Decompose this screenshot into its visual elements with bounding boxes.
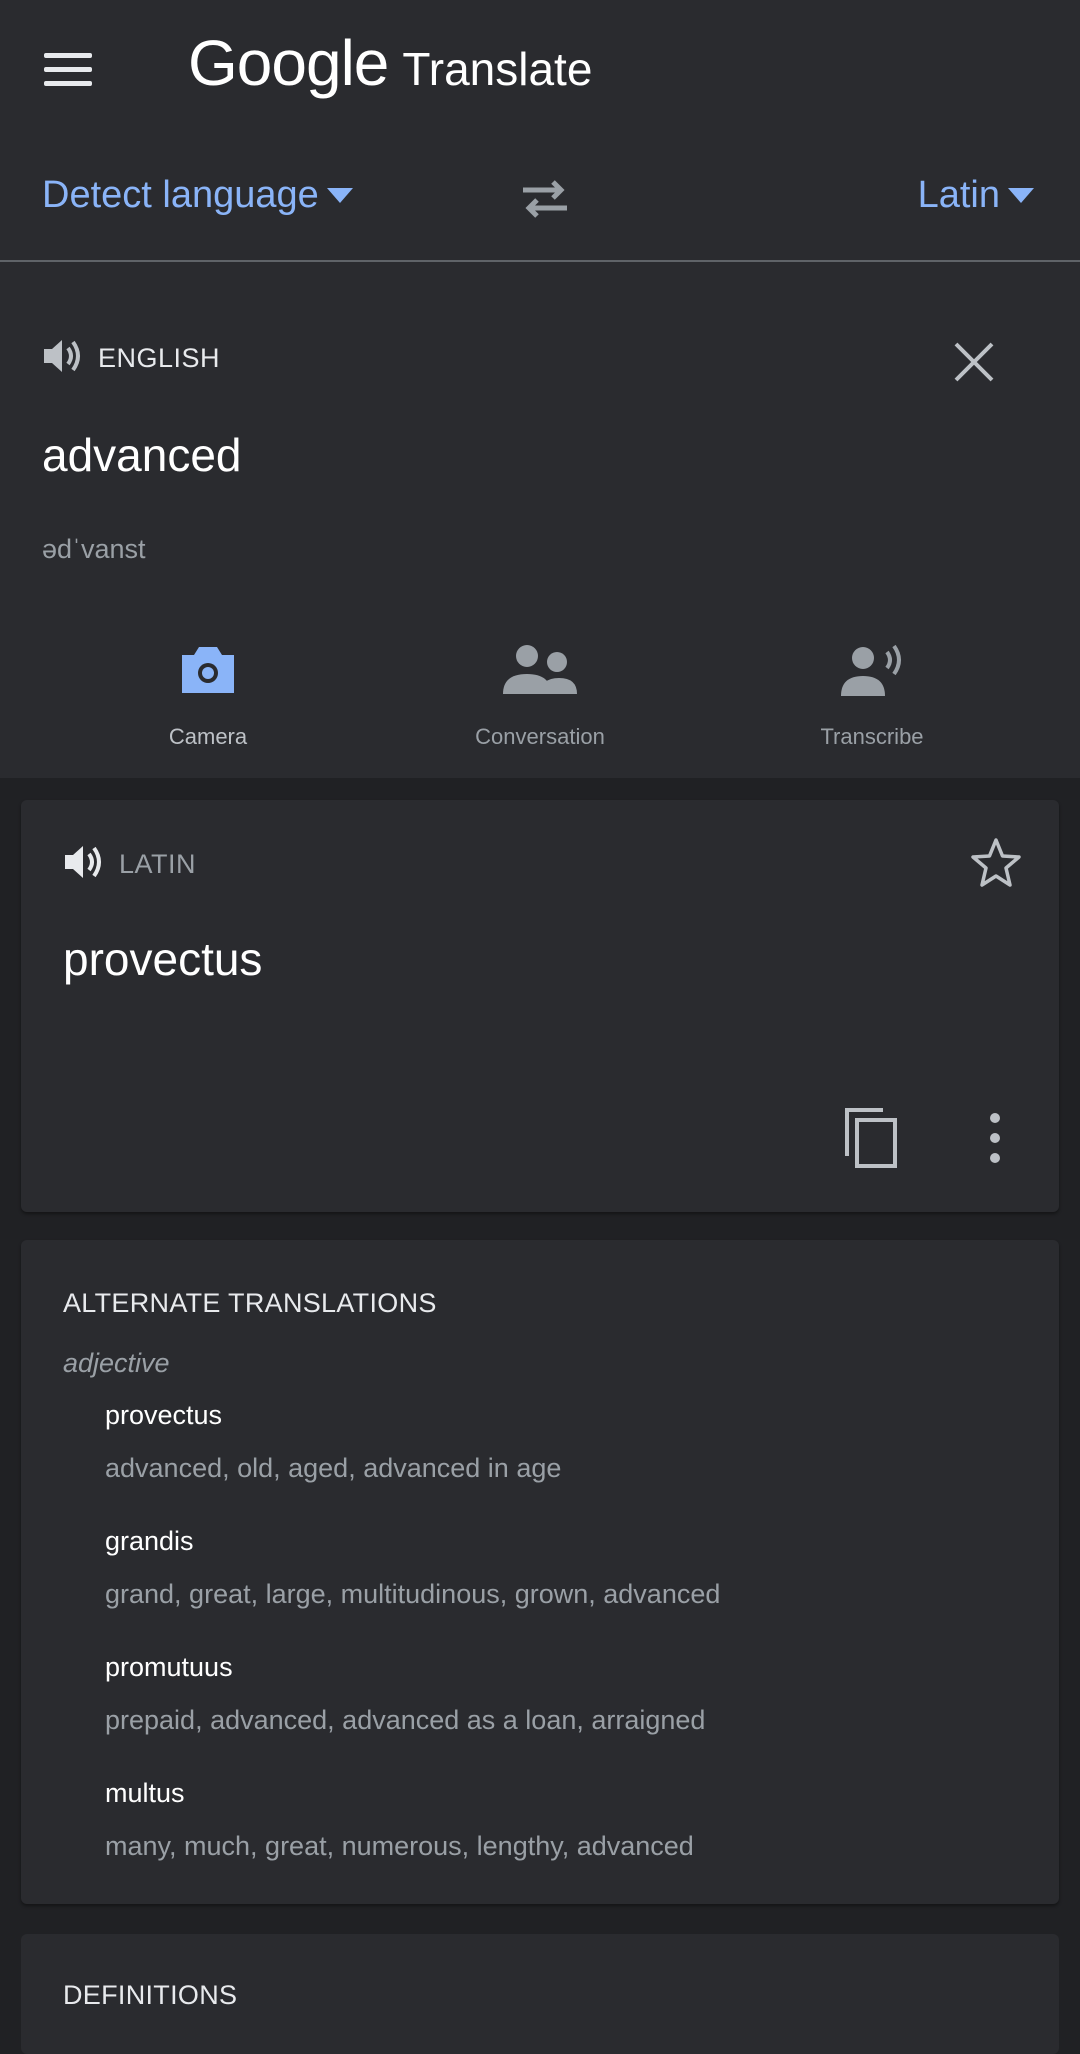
definitions-title: DEFINITIONS [63, 1980, 238, 2010]
list-item[interactable]: grandis grand, great, large, multitudino… [105, 1526, 1005, 1652]
alternate-meanings: many, much, great, numerous, lengthy, ad… [105, 1831, 694, 1861]
alternate-meanings: prepaid, advanced, advanced as a loan, a… [105, 1705, 706, 1735]
detected-language-label: ENGLISH [98, 343, 221, 373]
conversation-button[interactable]: Conversation [430, 630, 650, 750]
alternate-translations-title: ALTERNATE TRANSLATIONS [63, 1288, 437, 1318]
copy-icon[interactable] [843, 1106, 899, 1170]
target-language-label-card: LATIN [119, 849, 197, 879]
target-language-selector[interactable]: Latin [918, 174, 1034, 217]
chevron-down-icon [326, 188, 353, 203]
alternate-translations-list: provectus advanced, old, aged, advanced … [105, 1400, 1005, 1904]
source-text[interactable]: advanced [42, 428, 242, 482]
definitions-card: DEFINITIONS [21, 1934, 1059, 2054]
list-item[interactable]: promutuus prepaid, advanced, advanced as… [105, 1652, 1005, 1778]
transcribe-label: Transcribe [820, 724, 924, 749]
alternate-word: promutuus [105, 1652, 233, 1682]
alternate-word: grandis [105, 1526, 194, 1556]
list-item[interactable]: multus many, much, great, numerous, leng… [105, 1778, 1005, 1904]
target-label-row: LATIN [63, 842, 196, 887]
brand-logo: Google Translate [188, 26, 592, 106]
camera-label: Camera [168, 724, 248, 749]
speaker-icon[interactable] [42, 336, 84, 381]
camera-button[interactable]: Camera [98, 630, 318, 750]
target-language-label: Latin [917, 174, 1000, 216]
more-options-icon[interactable] [983, 1110, 1007, 1166]
transcribe-button[interactable]: Transcribe [762, 630, 982, 750]
transcribe-icon [762, 630, 982, 710]
alternate-meanings: advanced, old, aged, advanced in age [105, 1453, 562, 1483]
translation-result-card: LATIN provectus [21, 800, 1059, 1212]
speaker-icon[interactable] [63, 842, 105, 887]
translated-text: provectus [63, 933, 263, 985]
conversation-icon [430, 630, 650, 710]
list-item[interactable]: provectus advanced, old, aged, advanced … [105, 1400, 1005, 1526]
part-of-speech: adjective [63, 1348, 170, 1378]
source-language-selector[interactable]: Detect language [42, 174, 353, 217]
close-icon[interactable] [952, 340, 996, 384]
star-icon[interactable] [969, 836, 1023, 890]
phonetic-text: ədˈvanst [42, 534, 146, 564]
input-area: ENGLISH advanced ədˈvanst Camera Convers… [0, 262, 1080, 778]
conversation-label: Conversation [475, 724, 605, 749]
language-bar: Detect language Latin [0, 138, 1080, 262]
input-tools: Camera Conversation Transcribe [0, 630, 1080, 770]
brand-product: Translate [402, 43, 593, 95]
swap-languages-icon[interactable] [515, 176, 575, 222]
brand-google: Google [188, 27, 389, 99]
alternate-meanings: grand, great, large, multitudinous, grow… [105, 1579, 721, 1609]
alternate-word: multus [105, 1778, 185, 1808]
chevron-down-icon [1008, 188, 1034, 203]
app-bar: Google Translate [0, 0, 1080, 138]
alternate-translations-card: ALTERNATE TRANSLATIONS adjective provect… [21, 1240, 1059, 1904]
source-label-row: ENGLISH [42, 336, 220, 381]
source-language-label: Detect language [42, 174, 319, 216]
menu-icon[interactable] [44, 44, 104, 94]
alternate-word: provectus [105, 1400, 223, 1430]
camera-icon [98, 630, 318, 710]
